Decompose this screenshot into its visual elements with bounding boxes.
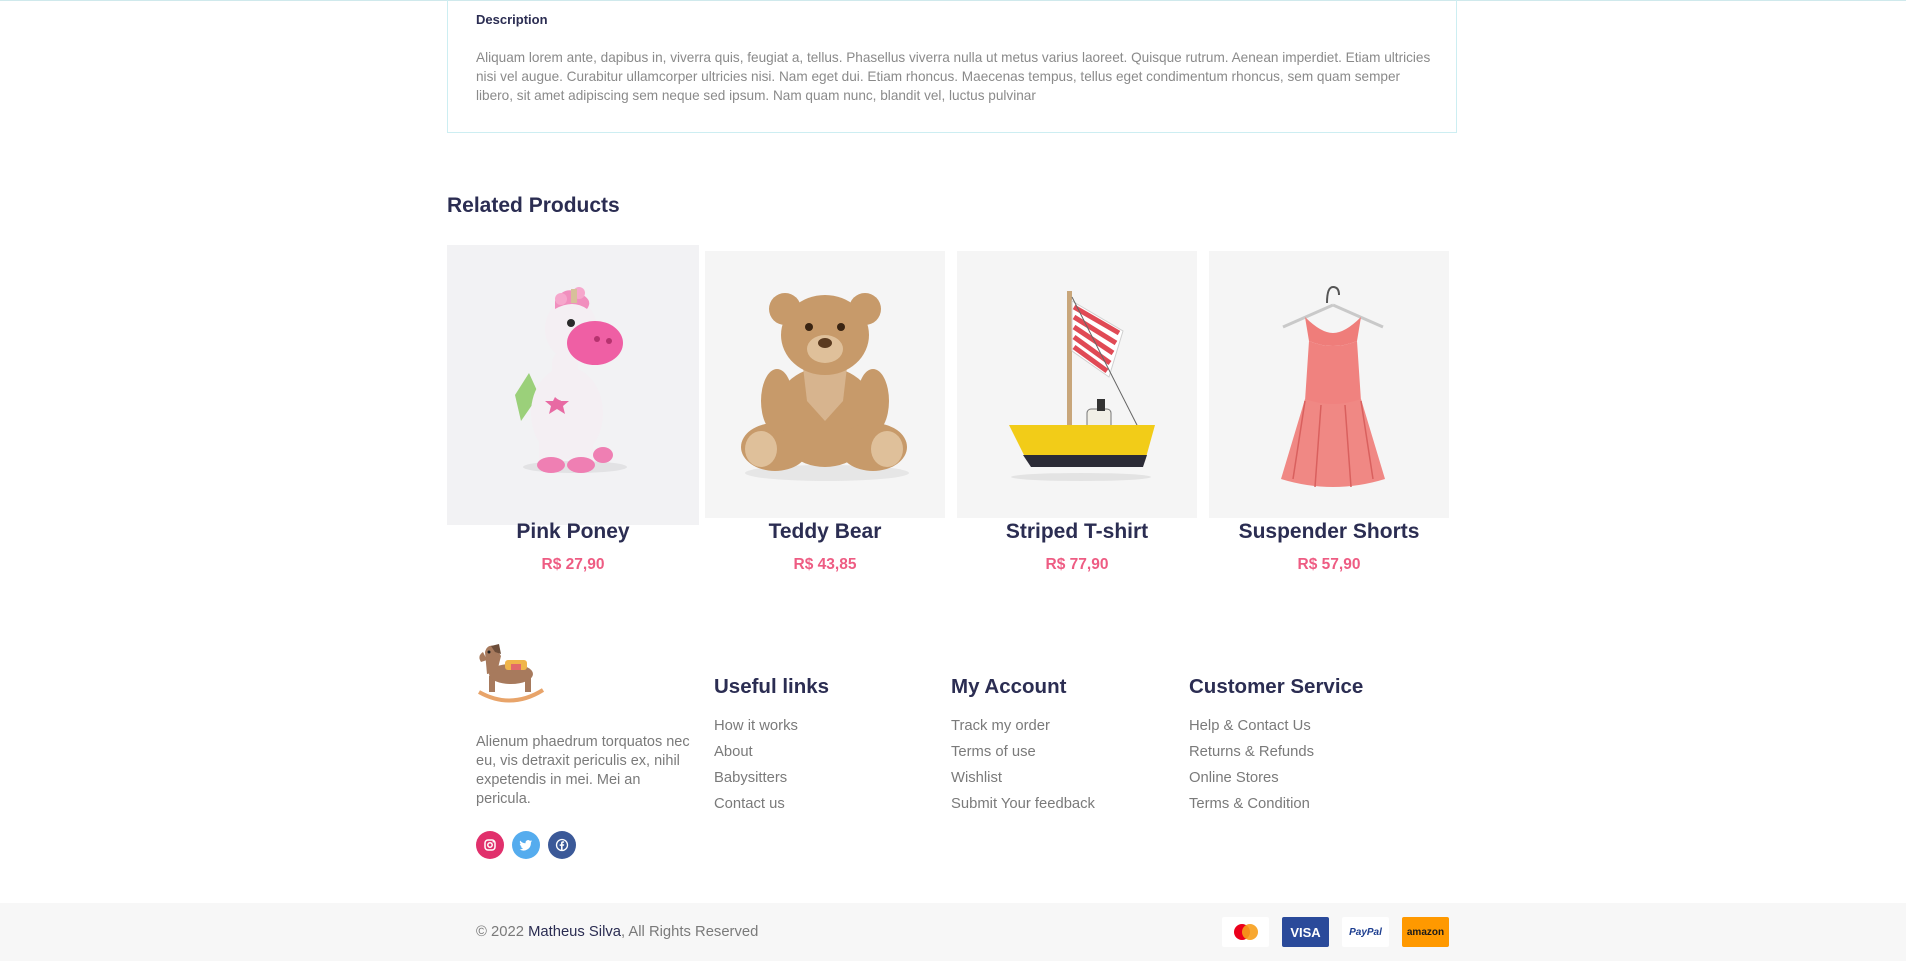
footer-column-title: Useful links bbox=[714, 675, 830, 698]
footer-link[interactable]: Track my order bbox=[951, 713, 1095, 739]
payment-methods: VISA PayPal amazon bbox=[1222, 917, 1449, 947]
teddy-bear-icon bbox=[741, 293, 909, 481]
footer-column-useful-links: Useful links How it works About Babysitt… bbox=[714, 675, 829, 817]
product-name[interactable]: Suspender Shorts bbox=[1209, 520, 1449, 544]
author-link[interactable]: Matheus Silva bbox=[528, 924, 621, 940]
pink-pony-icon bbox=[515, 287, 627, 473]
footer-link[interactable]: About bbox=[714, 739, 829, 765]
mastercard-icon bbox=[1222, 917, 1269, 947]
product-card[interactable]: Teddy Bear R$ 43,85 bbox=[705, 251, 945, 585]
footer-link[interactable]: Help & Contact Us bbox=[1189, 713, 1363, 739]
copyright-suffix: , All Rights Reserved bbox=[621, 924, 759, 940]
product-price: R$ 27,90 bbox=[541, 556, 605, 573]
product-image-teddy-bear[interactable] bbox=[705, 251, 945, 518]
footer-bottom-bar: © 2022 Matheus Silva, All Rights Reserve… bbox=[0, 903, 1906, 961]
product-price: R$ 77,90 bbox=[1045, 556, 1109, 573]
description-text: Aliquam lorem ante, dapibus in, viverra … bbox=[476, 50, 1431, 103]
footer-link[interactable]: Wishlist bbox=[951, 765, 1095, 791]
footer-column-title: My Account bbox=[951, 675, 1067, 698]
amazon-icon: amazon bbox=[1402, 917, 1449, 947]
footer-link[interactable]: Submit Your feedback bbox=[951, 791, 1095, 817]
footer-column-my-account: My Account Track my order Terms of use W… bbox=[951, 675, 1095, 817]
product-card[interactable]: Striped T-shirt R$ 77,90 bbox=[957, 251, 1197, 585]
dress-icon bbox=[1281, 285, 1385, 488]
product-image-dress[interactable] bbox=[1209, 251, 1449, 518]
footer-link[interactable]: Terms & Condition bbox=[1189, 791, 1363, 817]
visa-icon: VISA bbox=[1282, 917, 1329, 947]
description-panel: Description Aliquam lorem ante, dapibus … bbox=[447, 0, 1457, 133]
related-products-title: Related Products bbox=[447, 194, 620, 217]
sailboat-icon bbox=[1009, 291, 1155, 481]
rocking-horse-icon[interactable] bbox=[475, 640, 547, 704]
product-card[interactable]: Pink Poney R$ 27,90 bbox=[447, 245, 699, 585]
product-card[interactable]: Suspender Shorts R$ 57,90 bbox=[1209, 251, 1449, 585]
instagram-icon[interactable] bbox=[476, 831, 504, 859]
footer-column-customer-service: Customer Service Help & Contact Us Retur… bbox=[1189, 675, 1363, 817]
product-name[interactable]: Pink Poney bbox=[447, 520, 699, 544]
footer-link[interactable]: Babysitters bbox=[714, 765, 829, 791]
footer-link[interactable]: Terms of use bbox=[951, 739, 1095, 765]
product-price: R$ 57,90 bbox=[1297, 556, 1361, 573]
footer-link[interactable]: How it works bbox=[714, 713, 829, 739]
footer-link[interactable]: Returns & Refunds bbox=[1189, 739, 1363, 765]
product-name[interactable]: Striped T-shirt bbox=[957, 520, 1197, 544]
facebook-icon[interactable] bbox=[548, 831, 576, 859]
footer-column-title: Customer Service bbox=[1189, 675, 1364, 698]
product-image-pink-pony[interactable] bbox=[447, 245, 699, 525]
footer-link[interactable]: Contact us bbox=[714, 791, 829, 817]
copyright-prefix: © 2022 bbox=[476, 924, 524, 940]
product-name[interactable]: Teddy Bear bbox=[705, 520, 945, 544]
product-image-sailboat[interactable] bbox=[957, 251, 1197, 518]
product-price: R$ 43,85 bbox=[793, 556, 857, 573]
footer-link[interactable]: Online Stores bbox=[1189, 765, 1363, 791]
twitter-icon[interactable] bbox=[512, 831, 540, 859]
social-links bbox=[476, 831, 576, 859]
description-title: Description bbox=[476, 12, 548, 27]
copyright-text: © 2022 Matheus Silva, All Rights Reserve… bbox=[476, 924, 758, 940]
paypal-icon: PayPal bbox=[1342, 917, 1389, 947]
footer-about-text: Alienum phaedrum torquatos nec eu, vis d… bbox=[476, 734, 690, 807]
